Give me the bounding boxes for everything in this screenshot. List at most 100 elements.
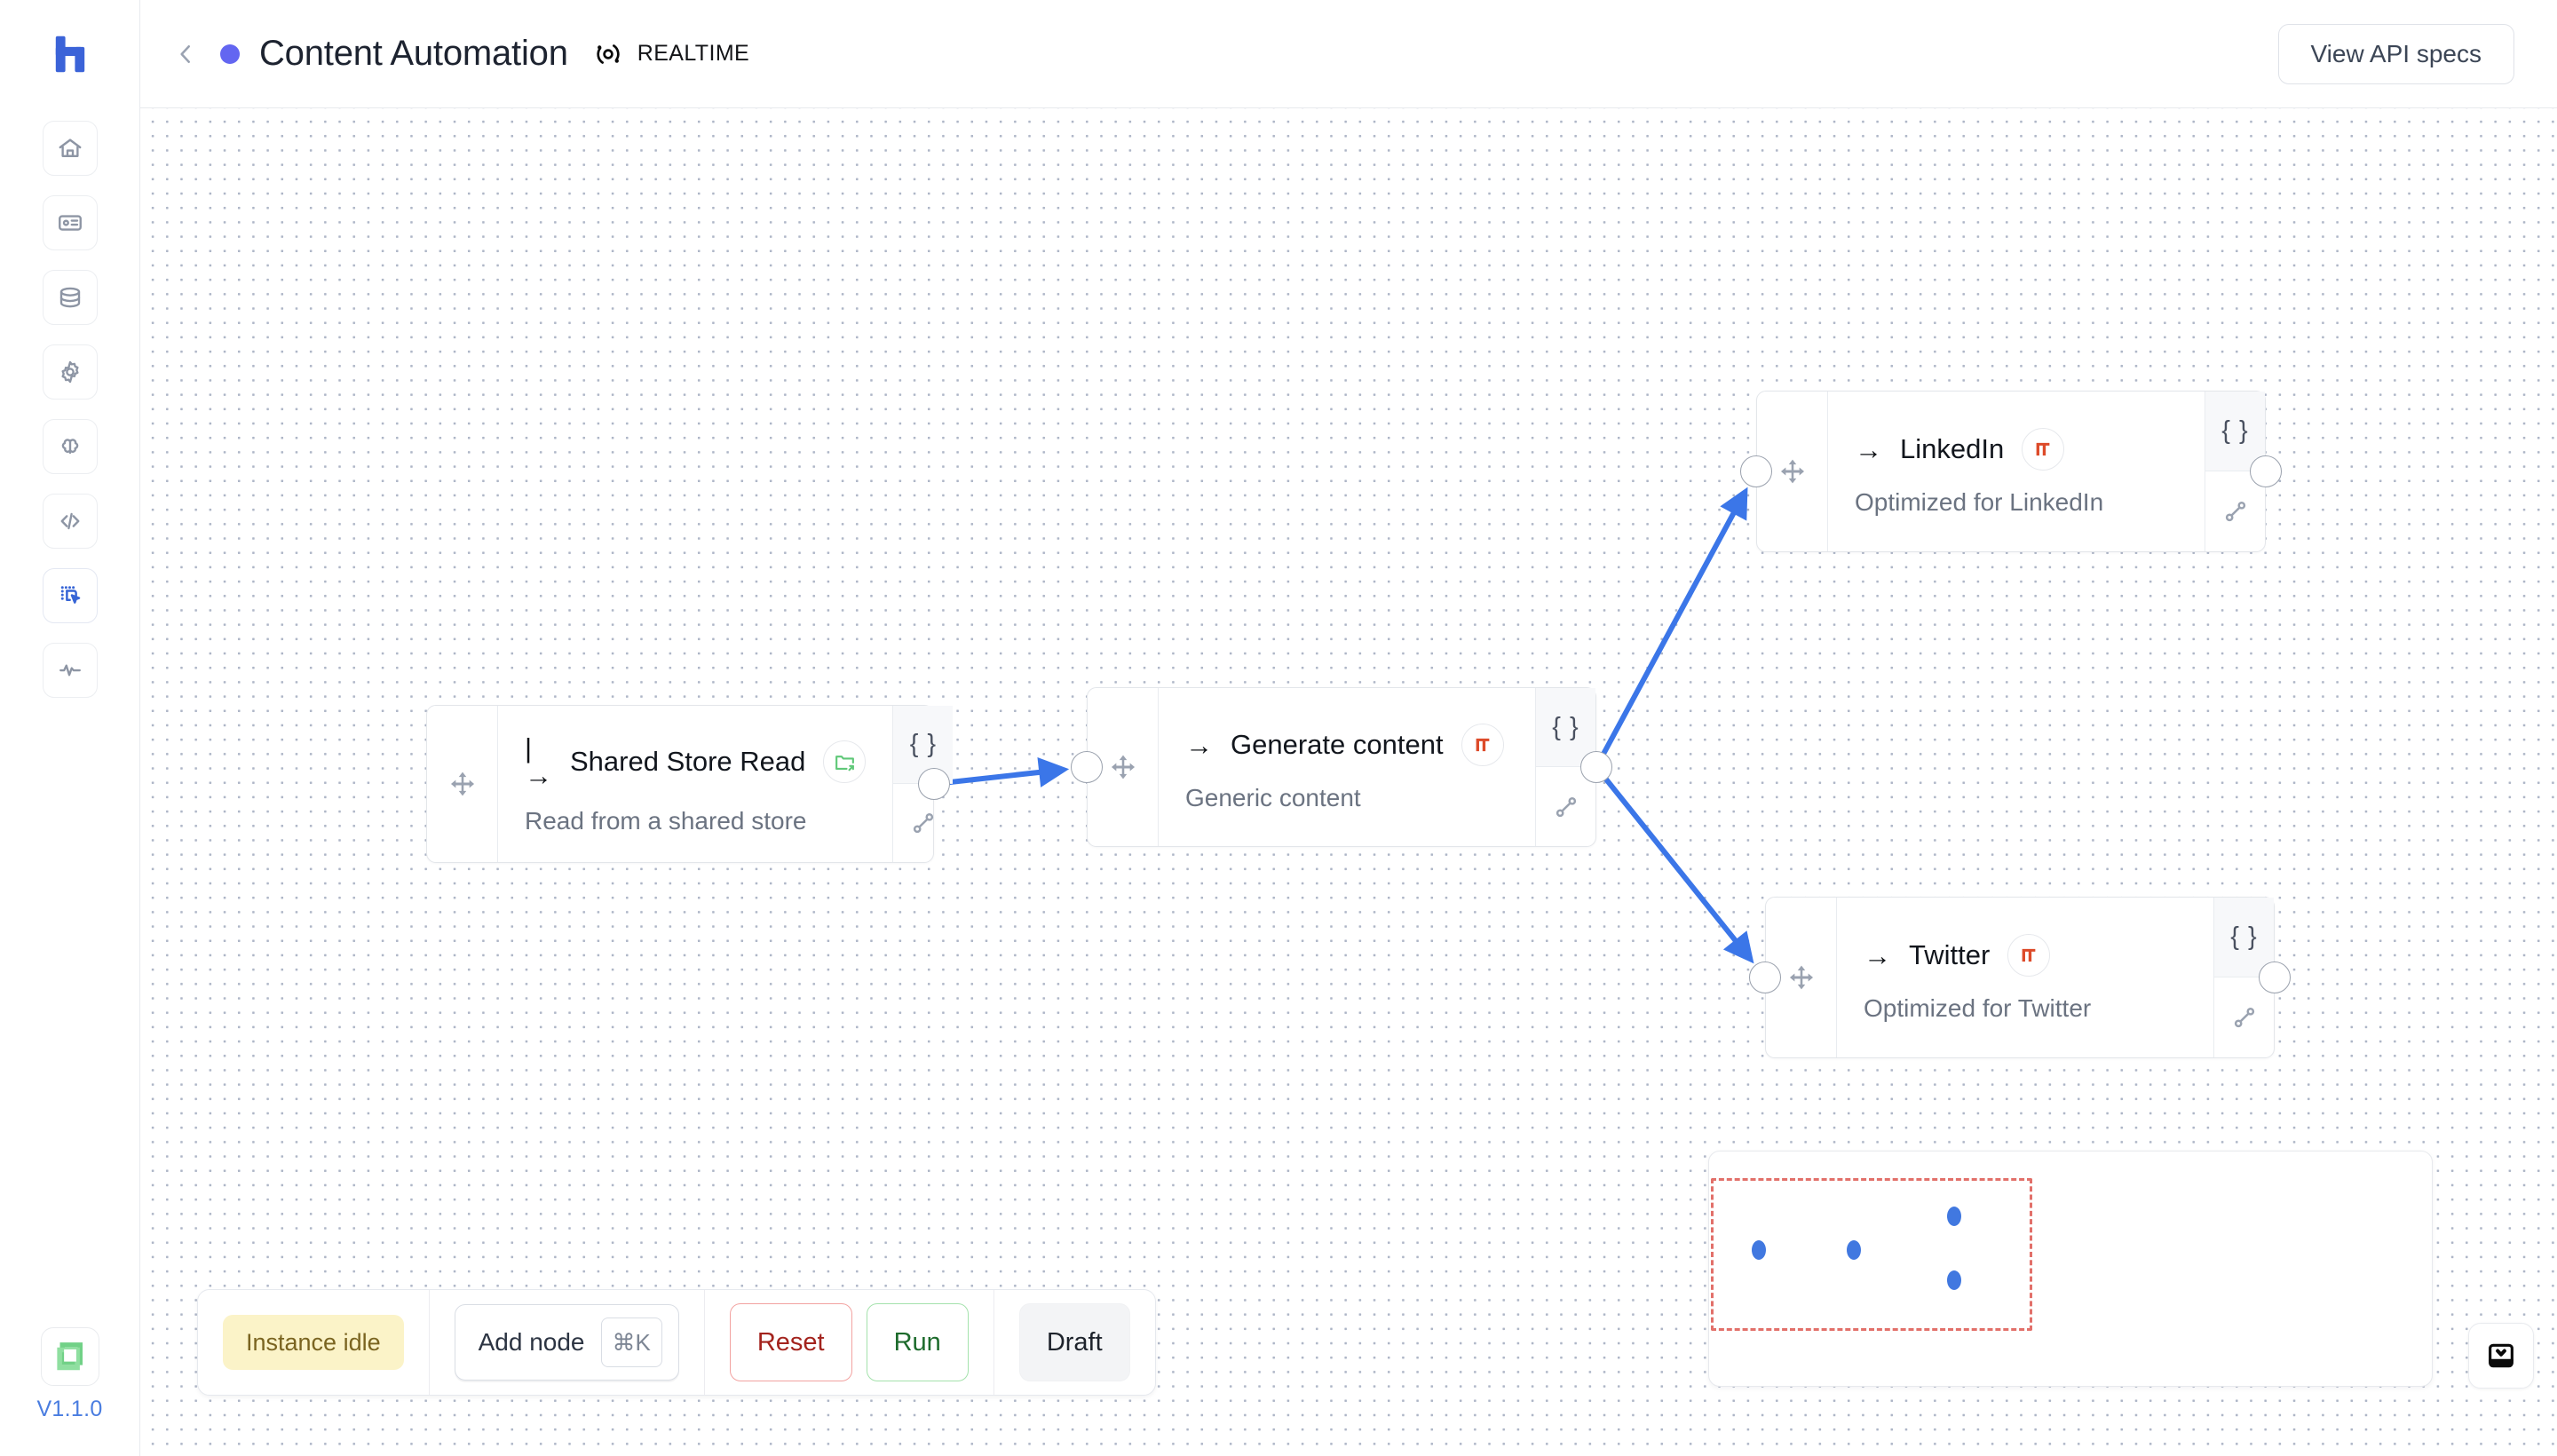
node-description: Read from a shared store: [525, 807, 807, 835]
node-input-port-twitter[interactable]: [1749, 961, 1781, 993]
node-title: Shared Store Read: [570, 746, 806, 777]
back-button[interactable]: [170, 39, 201, 69]
id-card-icon: [58, 215, 82, 231]
brain-icon: [61, 439, 78, 455]
flow-node-twitter[interactable]: → Twitter Optimized for Twitter{ }: [1765, 897, 2275, 1058]
node-title-row: → Twitter: [1864, 934, 2187, 977]
sidebar-item-flow-builder[interactable]: [42, 568, 98, 623]
node-title-row: → LinkedIn: [1855, 428, 2178, 471]
add-node-shortcut-kbd: ⌘K: [600, 1318, 662, 1367]
flow-edge-edge-generate-to-linkedin[interactable]: [1594, 501, 1742, 770]
version-label: V1.1.0: [36, 1397, 103, 1421]
sidebar-item-database[interactable]: [42, 270, 98, 325]
status-badge: [220, 44, 240, 64]
arrow-right-icon: →: [1185, 729, 1213, 761]
flow-edge-arrowhead-edge-generate-to-twitter: [1722, 930, 1754, 964]
node-output-port-linkedin[interactable]: [2250, 455, 2282, 487]
node-input-port-generate-content[interactable]: [1071, 751, 1103, 783]
link-nodes-icon: [2230, 1003, 2259, 1032]
node-description: Optimized for LinkedIn: [1855, 488, 2104, 516]
link-nodes-icon: [2221, 497, 2250, 526]
add-node-label: Add node: [478, 1328, 585, 1356]
anthropic-pi-icon: [2017, 944, 2040, 967]
brand-logo[interactable]: [43, 27, 98, 82]
flow-node-shared-store-read[interactable]: |→ Shared Store Read Read from a shared s…: [426, 705, 954, 863]
realtime-atom-icon: [597, 44, 620, 64]
gear-icon: [60, 360, 79, 384]
node-input-port-linkedin[interactable]: [1740, 455, 1772, 487]
database-icon: [59, 287, 80, 308]
anthropic-pi-icon: [1471, 733, 1494, 756]
version-badge[interactable]: [40, 1327, 99, 1386]
flow-edge-arrowhead-edge-generate-to-linkedin: [1720, 487, 1748, 521]
node-body: → Twitter Optimized for Twitter: [1837, 898, 2213, 1057]
activity-pulse-icon: [59, 664, 81, 677]
start-bar-arrow-icon: |→: [525, 732, 552, 791]
node-body: |→ Shared Store Read Read from a shared s…: [498, 706, 892, 862]
add-node-button[interactable]: Add node ⌘K: [454, 1304, 679, 1381]
chevron-left-icon: [180, 44, 190, 63]
toolbar-status-section: Instance idle: [198, 1290, 429, 1395]
sidebar-nav: [42, 121, 98, 698]
move-arrows-icon: [1786, 962, 1817, 993]
node-provider-badge[interactable]: [2007, 934, 2051, 977]
toolbar-add-section: Add node ⌘K: [428, 1290, 704, 1395]
move-arrows-icon: [447, 769, 478, 799]
sidebar-footer: V1.1.0: [0, 1327, 139, 1422]
node-output-port-shared-store-read[interactable]: [918, 768, 950, 800]
node-title-row: → Generate content: [1185, 724, 1508, 766]
bottom-toolbar: Instance idle Add node ⌘K Reset Run Draf…: [197, 1289, 1156, 1396]
node-body: → LinkedIn Optimized for LinkedIn: [1828, 392, 2205, 551]
code-icon: [60, 512, 79, 530]
node-output-port-generate-content[interactable]: [1580, 751, 1612, 783]
sidebar-item-ai-models[interactable]: [42, 419, 98, 474]
instance-status-badge: Instance idle: [223, 1315, 404, 1370]
node-provider-badge[interactable]: [1461, 724, 1504, 766]
toolbar-draft-section: Draft: [993, 1290, 1155, 1395]
node-body: → Generate content Generic content: [1159, 688, 1535, 846]
arrow-right-icon: →: [1864, 939, 1891, 971]
node-title-row: |→ Shared Store Read: [525, 732, 867, 791]
flow-edge-edge-generate-to-twitter[interactable]: [1594, 764, 1745, 952]
flow-node-generate-content[interactable]: → Generate content Generic content{ }: [1087, 687, 1596, 847]
view-api-specs-button[interactable]: View API specs: [2277, 23, 2514, 84]
flow-node-linkedin[interactable]: → LinkedIn Optimized for LinkedIn{ }: [1756, 391, 2266, 552]
sidebar-item-code[interactable]: [42, 494, 98, 549]
sidebar: V1.1.0: [0, 0, 140, 1456]
sidebar-item-monitoring[interactable]: [42, 643, 98, 698]
collapse-bottom-panel-button[interactable]: [2468, 1323, 2534, 1389]
link-nodes-icon: [1552, 793, 1580, 821]
minimap-viewport-rect[interactable]: [1711, 1178, 2032, 1331]
realtime-indicator: REALTIME: [593, 39, 749, 69]
node-provider-badge[interactable]: [2022, 428, 2065, 471]
node-output-port-twitter[interactable]: [2259, 961, 2291, 993]
node-title: Twitter: [1909, 939, 1991, 970]
toolbar-run-section: Reset Run: [703, 1290, 994, 1395]
header: Content Automation REALTIME View API spe…: [140, 0, 2557, 108]
sidebar-item-settings[interactable]: [42, 344, 98, 400]
node-title: LinkedIn: [1900, 433, 2005, 464]
node-drag-handle[interactable]: [427, 706, 498, 862]
sidebar-item-credentials[interactable]: [42, 195, 98, 250]
collapse-bottom-panel-icon: [2489, 1343, 2513, 1368]
draft-button[interactable]: Draft: [1018, 1303, 1130, 1381]
reset-button[interactable]: Reset: [729, 1303, 852, 1381]
node-description: Optimized for Twitter: [1864, 994, 2092, 1022]
realtime-label: REALTIME: [637, 41, 750, 66]
minimap[interactable]: [1708, 1151, 2433, 1387]
anthropic-pi-icon: [2031, 438, 2054, 461]
run-button[interactable]: Run: [866, 1303, 969, 1381]
link-nodes-icon: [909, 809, 938, 837]
move-arrows-icon: [1777, 456, 1808, 487]
sidebar-item-home[interactable]: [42, 121, 98, 176]
flow-canvas[interactable]: |→ Shared Store Read Read from a shared s…: [140, 108, 2557, 1456]
green-folder-export-icon: [833, 750, 857, 774]
node-provider-badge[interactable]: [823, 740, 867, 783]
node-description: Generic content: [1185, 784, 1361, 811]
node-title: Generate content: [1231, 729, 1444, 760]
flow-builder-icon: [60, 586, 80, 604]
main-area: Content Automation REALTIME View API spe…: [140, 0, 2557, 1456]
flow-edge-arrowhead-edge-store-to-generate: [1037, 757, 1070, 787]
green-frames-icon: [56, 1342, 83, 1371]
page-title: Content Automation: [259, 34, 568, 73]
